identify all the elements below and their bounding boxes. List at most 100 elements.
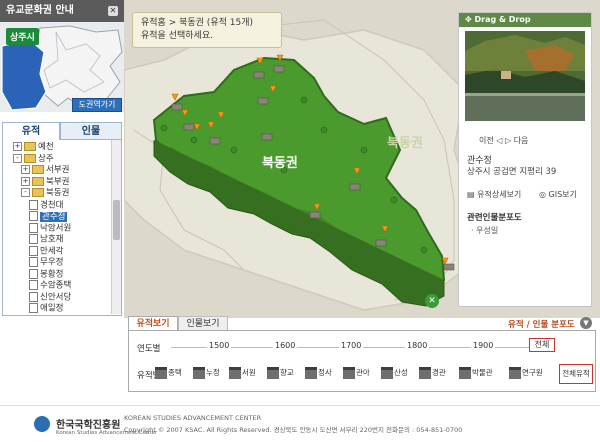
year-filter-label: 연도별 bbox=[137, 344, 161, 354]
tree-item-label: 무우정 bbox=[40, 257, 64, 268]
gis-label: GIS보기 bbox=[548, 190, 577, 199]
outer-region-label: 북동권 bbox=[387, 136, 423, 151]
expand-icon[interactable]: + bbox=[13, 142, 22, 151]
type-filter-label: 종택 bbox=[168, 368, 182, 377]
dragdrop-header[interactable]: ✥ Drag & Drop bbox=[459, 13, 591, 27]
tab-view-sites[interactable]: 유적보기 bbox=[128, 316, 178, 331]
year-option[interactable]: 1800 bbox=[405, 341, 430, 350]
year-option[interactable]: 1900 bbox=[471, 341, 496, 350]
breadcrumb: 유적홈 > 북동권 (유적 15개) bbox=[141, 18, 253, 28]
tree-item[interactable]: 만세각 bbox=[29, 245, 64, 257]
related-person-link[interactable]: · 우성일 bbox=[471, 225, 498, 236]
tree-item[interactable]: 낙암서원 bbox=[29, 222, 71, 234]
gis-link[interactable]: ◎ GIS보기 bbox=[539, 189, 577, 200]
tree-scrollbar[interactable] bbox=[111, 140, 121, 314]
page-icon bbox=[29, 268, 38, 279]
next-link[interactable]: 다음 bbox=[514, 136, 529, 145]
province-minimap[interactable]: 상주시 도권역가기 bbox=[0, 22, 124, 112]
footer-copyright: Copyright © 2007 KSAC. All Rights Reserv… bbox=[124, 426, 463, 434]
close-icon[interactable]: ✕ bbox=[108, 6, 118, 16]
type-filter-label: 경관 bbox=[432, 368, 446, 377]
type-filter-item[interactable]: 종택 bbox=[155, 364, 182, 382]
tab-people[interactable]: 인물 bbox=[60, 122, 122, 140]
tree-item-label: 예천 bbox=[38, 142, 54, 152]
tree-item-label: 신안서당 bbox=[40, 292, 72, 302]
panel-body: 연도별 1500 1600 1700 1800 1900 전체 유적별 종택 누정… bbox=[128, 330, 596, 392]
collapse-icon[interactable]: ▼ bbox=[580, 317, 592, 329]
tree-item[interactable]: 경천대 bbox=[29, 199, 64, 211]
page-icon bbox=[29, 257, 38, 267]
tree-item[interactable]: 애일정 bbox=[29, 303, 63, 314]
building-icon bbox=[305, 367, 317, 379]
dragdrop-title: Drag & Drop bbox=[474, 15, 531, 24]
logo-text: 한국국학진흥원 bbox=[56, 420, 121, 431]
tree-item[interactable]: + 북부권 bbox=[21, 176, 69, 188]
type-filter-item[interactable]: 박물관 bbox=[459, 364, 493, 382]
tree-item-label: 경천대 bbox=[40, 200, 64, 210]
type-filter-item[interactable]: 연구원 bbox=[509, 364, 543, 382]
tree-item-label: 상주 bbox=[38, 153, 54, 164]
type-filter-label: 누정 bbox=[206, 368, 220, 377]
type-filter-item[interactable]: 경관 bbox=[419, 364, 446, 382]
building-icon bbox=[155, 367, 167, 379]
region-guide-header: 유교문화권 안내 ✕ bbox=[0, 0, 124, 22]
next-icon[interactable]: ▷ bbox=[505, 136, 514, 145]
type-filter-item[interactable]: 서원 bbox=[229, 364, 256, 382]
tree-item[interactable]: 신안서당 bbox=[29, 291, 72, 303]
site-detail-label: 유적상세보기 bbox=[477, 190, 522, 199]
page-icon bbox=[29, 211, 38, 221]
tree-item[interactable]: 봉황정 bbox=[29, 268, 63, 280]
page-icon bbox=[29, 245, 38, 256]
building-icon bbox=[193, 367, 205, 379]
building-icon bbox=[509, 367, 521, 379]
year-option[interactable]: 1500 bbox=[207, 341, 232, 350]
year-option[interactable]: 1600 bbox=[273, 341, 298, 350]
type-filter-item[interactable]: 누정 bbox=[193, 364, 220, 382]
page-icon bbox=[29, 303, 38, 313]
sidebar-tabs: 유적 인물 bbox=[0, 122, 124, 140]
folder-icon bbox=[24, 142, 36, 151]
collapse-icon[interactable]: - bbox=[21, 188, 30, 197]
type-filter-item[interactable]: 향교 bbox=[267, 364, 294, 382]
tree-item[interactable]: - 북동권 bbox=[21, 188, 69, 199]
close-icon[interactable]: ✕ bbox=[425, 294, 439, 308]
all-years-button[interactable]: 전체 bbox=[529, 338, 555, 352]
prev-link[interactable]: 이전 bbox=[479, 136, 494, 145]
dragdrop-panel[interactable]: ✥ Drag & Drop 이전 ◁ ▷ 다음 관수정 상주시 공검면 지평리 … bbox=[458, 12, 592, 307]
breadcrumb-banner: 유적홈 > 북동권 (유적 15개) 유적을 선택하세요. bbox=[132, 12, 282, 48]
related-people-title: 관련인물분포도 bbox=[467, 213, 522, 223]
all-sites-button[interactable]: 전체유적 bbox=[559, 364, 593, 384]
type-filter-item[interactable]: 산성 bbox=[381, 364, 408, 382]
site-detail-link[interactable]: ▤ 유적상세보기 bbox=[467, 189, 521, 200]
instruction-text: 유적을 선택하세요. bbox=[141, 31, 213, 41]
tree-item-label: 만세각 bbox=[40, 246, 64, 256]
return-to-province-button[interactable]: 도권역가기 bbox=[72, 98, 122, 112]
tab-sites[interactable]: 유적 bbox=[2, 122, 60, 140]
site-tree: + 예천 - 상주 + 서부권 + 북부권 - 북동권 경천대 관수정 낙암서원 남호재 만세각 무우정 봉황정… bbox=[2, 140, 122, 316]
tree-item[interactable]: + 서부권 bbox=[21, 165, 69, 176]
page-icon bbox=[29, 222, 38, 233]
collapse-icon[interactable]: - bbox=[13, 153, 22, 163]
scrollbar-thumb[interactable] bbox=[113, 200, 120, 240]
type-filter-item[interactable]: 관아 bbox=[343, 364, 370, 382]
prev-icon[interactable]: ◁ bbox=[496, 136, 505, 145]
panel-title: 유적 / 인물 분포도 bbox=[508, 320, 575, 330]
tree-item-label: 관수정 bbox=[40, 211, 68, 222]
tree-item-label: 북동권 bbox=[46, 188, 70, 198]
type-filter-item[interactable]: 정사 bbox=[305, 364, 332, 382]
year-option[interactable]: 1700 bbox=[339, 341, 364, 350]
expand-icon[interactable]: + bbox=[21, 165, 30, 174]
tree-item[interactable]: 관수정 bbox=[29, 211, 68, 222]
tree-item[interactable]: 수암종택 bbox=[29, 280, 71, 291]
page-icon bbox=[29, 291, 38, 302]
footer: 한국국학진흥원 Korean Studies Advancement Cente… bbox=[0, 405, 600, 442]
page-icon bbox=[29, 234, 38, 244]
tree-item[interactable]: - 상주 bbox=[13, 153, 54, 165]
tree-item[interactable]: 남호재 bbox=[29, 234, 63, 245]
tree-item[interactable]: 무우정 bbox=[29, 257, 63, 268]
region-label: 북동권 bbox=[262, 156, 298, 171]
type-filter-label: 관아 bbox=[356, 368, 370, 377]
expand-icon[interactable]: + bbox=[21, 176, 30, 186]
tree-item[interactable]: + 예천 bbox=[13, 142, 54, 153]
type-filter-label: 박물관 bbox=[472, 368, 493, 377]
